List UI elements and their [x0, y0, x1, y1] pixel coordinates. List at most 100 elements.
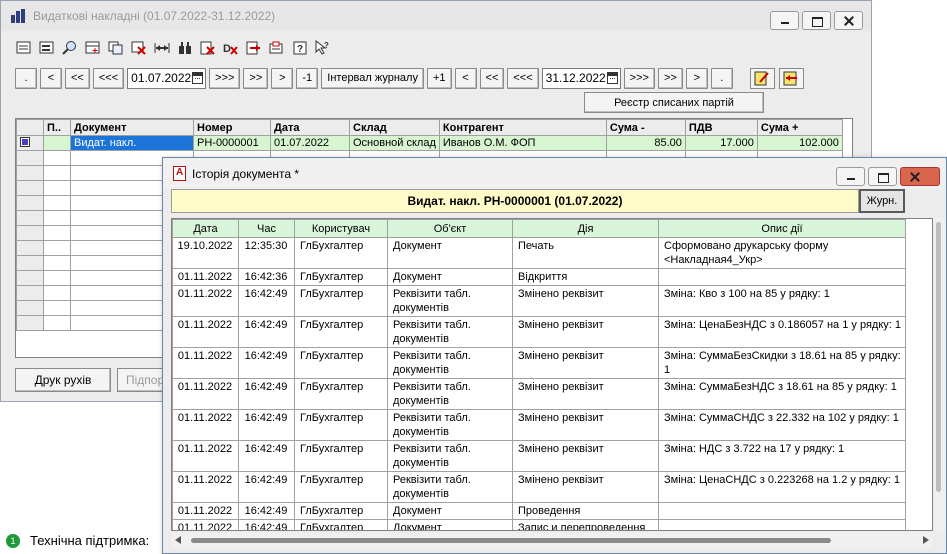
cell-description[interactable]: Зміна: СуммаБезНДС з 18.61 на 85 у рядку…	[658, 378, 906, 410]
column-header-action[interactable]: Дія	[512, 219, 659, 238]
scroll-right-icon[interactable]	[922, 536, 930, 544]
column-header-time[interactable]: Час	[238, 219, 295, 238]
cell-object[interactable]: Документ	[387, 502, 513, 520]
table-row[interactable]: Видат. накл. РН-0000001 01.07.2022 Основ…	[16, 135, 843, 151]
cell-time[interactable]: 16:42:49	[238, 409, 295, 441]
cell-action[interactable]: Змінено реквізит	[512, 409, 659, 441]
maximize-button[interactable]	[802, 11, 831, 30]
cell-object[interactable]: Реквізити табл. документів	[387, 471, 513, 503]
cell-date[interactable]: 01.11.2022	[172, 440, 239, 472]
table-row[interactable]: 01.11.2022 16:42:49 ГлБухгалтер Реквізити т…	[172, 316, 906, 348]
written-off-batches-button[interactable]: Реєстр списаних партій	[584, 92, 764, 113]
print-moves-button[interactable]: Друк рухів	[15, 368, 111, 392]
cell-description[interactable]: Зміна: ЦенаБезНДС з 0.186057 на 1 у рядк…	[658, 316, 906, 348]
cell-description[interactable]: Зміна: ЦенаСНДС з 0.223268 на 1.2 у рядк…	[658, 471, 906, 503]
cell-description[interactable]: Зміна: СуммаБезСкидки з 18.61 на 85 у ря…	[658, 347, 906, 379]
table-row[interactable]: 01.11.2022 16:42:49 ГлБухгалтер Реквізити т…	[172, 347, 906, 379]
search-icon[interactable]	[61, 39, 78, 56]
delete-doc-icon[interactable]	[199, 39, 216, 56]
column-header-sum-plus[interactable]: Сума +	[756, 119, 843, 136]
cell-time[interactable]: 16:42:49	[238, 347, 295, 379]
dialog-close-button[interactable]	[900, 167, 940, 186]
cell-action[interactable]: Змінено реквізит	[512, 316, 659, 348]
to-prev-year-button[interactable]: <<<	[507, 67, 539, 89]
vertical-scrollbar[interactable]	[933, 218, 945, 531]
cell-user[interactable]: ГлБухгалтер	[294, 502, 388, 520]
cell-user[interactable]: ГлБухгалтер	[294, 471, 388, 503]
new-doc-icon[interactable]	[15, 39, 32, 56]
cell-action[interactable]: Змінено реквізит	[512, 347, 659, 379]
cell-number[interactable]: РН-0000001	[193, 135, 271, 151]
cell-action[interactable]: Печать	[512, 237, 659, 269]
close-button[interactable]	[834, 11, 863, 30]
from-next-day-button[interactable]: >	[271, 67, 294, 89]
cell-vat[interactable]: 17.000	[684, 135, 758, 151]
column-header-date[interactable]: Дата	[270, 119, 350, 136]
column-header-number[interactable]: Номер	[193, 119, 271, 136]
to-prev-month-button[interactable]: <<	[479, 67, 505, 89]
to-next-year-button[interactable]: >>>	[623, 67, 655, 89]
calendar-icon[interactable]	[606, 71, 618, 84]
dialog-titlebar[interactable]: Історія документа *	[163, 158, 946, 189]
cell-date[interactable]: 01.11.2022	[172, 519, 239, 530]
dialog-maximize-button[interactable]	[868, 167, 897, 186]
cell-date[interactable]: 01.11.2022	[172, 409, 239, 441]
cell-object[interactable]: Реквізити табл. документів	[387, 409, 513, 441]
period-reset-button[interactable]: .	[15, 67, 37, 89]
cell-object[interactable]: Документ	[387, 268, 513, 286]
pointer-help-icon[interactable]: ?	[314, 39, 331, 56]
journal-button[interactable]: Журн.	[859, 189, 905, 213]
width-icon[interactable]	[153, 39, 170, 56]
horizontal-scrollbar[interactable]	[171, 533, 933, 547]
cell-document[interactable]: Видат. накл.	[70, 135, 194, 151]
cell-description[interactable]: Зміна: СуммаСНДС з 22.332 на 102 у рядку…	[658, 409, 906, 441]
cell-object[interactable]: Реквізити табл. документів	[387, 285, 513, 317]
cell-user[interactable]: ГлБухгалтер	[294, 347, 388, 379]
cell-time[interactable]: 12:35:30	[238, 237, 295, 269]
cell-time[interactable]: 16:42:49	[238, 471, 295, 503]
column-header-sum-minus[interactable]: Сума -	[605, 119, 686, 136]
plus-one-button[interactable]: +1	[426, 67, 452, 89]
scroll-left-icon[interactable]	[174, 536, 182, 544]
cell-user[interactable]: ГлБухгалтер	[294, 519, 388, 530]
scrollbar-thumb[interactable]	[936, 222, 941, 492]
cell-time[interactable]: 16:42:49	[238, 502, 295, 520]
cell-description[interactable]	[658, 519, 906, 530]
window-titlebar[interactable]: Видаткові накладні (01.07.2022-31.12.202…	[1, 1, 871, 31]
table-row[interactable]: 19.10.2022 12:35:30 ГлБухгалтер Документ Печ…	[172, 237, 906, 269]
cell-user[interactable]: ГлБухгалтер	[294, 378, 388, 410]
from-prev-year-button[interactable]: <<<	[92, 67, 125, 89]
cell-action[interactable]: Проведення	[512, 502, 659, 520]
calendar-icon[interactable]	[192, 71, 204, 84]
cell-action[interactable]: Змінено реквізит	[512, 285, 659, 317]
cell-action[interactable]: Відкриття	[512, 268, 659, 286]
table-row[interactable]: 01.11.2022 16:42:49 ГлБухгалтер Документ Про…	[172, 502, 906, 520]
cell-date[interactable]: 01.11.2022	[172, 378, 239, 410]
cell-object[interactable]: Реквізити табл. документів	[387, 440, 513, 472]
delete-mark-icon[interactable]: D	[222, 39, 239, 56]
cell-sum-plus[interactable]: 102.000	[756, 135, 843, 151]
to-next-month-button[interactable]: >>	[657, 67, 683, 89]
cell-date[interactable]: 01.11.2022	[172, 285, 239, 317]
cell-time[interactable]: 16:42:49	[238, 285, 295, 317]
table-row[interactable]: 01.11.2022 16:42:49 ГлБухгалтер Реквізити т…	[172, 285, 906, 317]
scrollbar-thumb[interactable]	[191, 538, 831, 543]
binoculars-icon[interactable]	[176, 39, 193, 56]
journal-interval-button[interactable]: Інтервал журналу	[321, 67, 424, 89]
date-to-field[interactable]: 31.12.2022	[541, 67, 621, 89]
date-from-field[interactable]: 01.07.2022	[127, 67, 207, 89]
cell-time[interactable]: 16:42:49	[238, 378, 295, 410]
cell-time[interactable]: 16:42:49	[238, 316, 295, 348]
add-row-icon[interactable]	[84, 39, 101, 56]
cell-description[interactable]	[658, 268, 906, 286]
edit-doc-icon[interactable]	[38, 39, 55, 56]
cell-date[interactable]: 01.11.2022	[172, 268, 239, 286]
cell-user[interactable]: ГлБухгалтер	[294, 316, 388, 348]
column-header-contractor[interactable]: Контрагент	[438, 119, 607, 136]
cell-user[interactable]: ГлБухгалтер	[294, 268, 388, 286]
cell-time[interactable]: 16:42:49	[238, 440, 295, 472]
table-row[interactable]: 01.11.2022 16:42:49 ГлБухгалтер Реквізити т…	[172, 409, 906, 441]
cell-description[interactable]: Сформовано друкарську форму <Накладная4_…	[658, 237, 906, 269]
column-header-p[interactable]: П..	[43, 119, 71, 136]
cell-time[interactable]: 16:42:36	[238, 268, 295, 286]
